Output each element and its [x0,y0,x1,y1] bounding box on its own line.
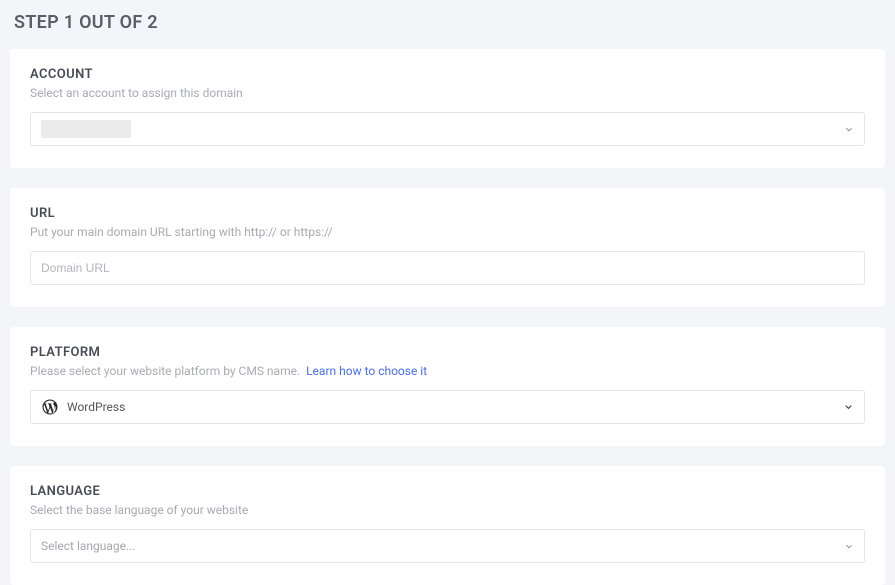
url-input[interactable] [41,261,854,275]
platform-select[interactable]: WordPress [30,390,865,424]
language-label: LANGUAGE [30,484,865,499]
url-label: URL [30,206,865,221]
account-card: ACCOUNT Select an account to assign this… [10,49,885,168]
account-select[interactable] [30,112,865,146]
platform-learn-link[interactable]: Learn how to choose it [306,364,427,378]
platform-desc: Please select your website platform by C… [30,364,865,378]
url-field-wrap [30,251,865,285]
url-card: URL Put your main domain URL starting wi… [10,188,885,307]
language-desc: Select the base language of your website [30,503,865,517]
url-desc: Put your main domain URL starting with h… [30,225,865,239]
platform-desc-text: Please select your website platform by C… [30,364,300,378]
language-card: LANGUAGE Select the base language of you… [10,466,885,585]
step-title: STEP 1 OUT OF 2 [14,12,885,33]
language-select[interactable]: Select language... [30,529,865,563]
chevron-down-icon [844,120,854,139]
account-value-redacted [41,120,131,138]
account-label: ACCOUNT [30,67,865,82]
language-placeholder: Select language... [41,539,136,553]
chevron-down-icon [843,398,854,417]
chevron-down-icon [844,537,854,556]
wordpress-icon [41,398,59,416]
platform-selected-text: WordPress [67,400,125,414]
platform-card: PLATFORM Please select your website plat… [10,327,885,446]
platform-label: PLATFORM [30,345,865,360]
account-desc: Select an account to assign this domain [30,86,865,100]
